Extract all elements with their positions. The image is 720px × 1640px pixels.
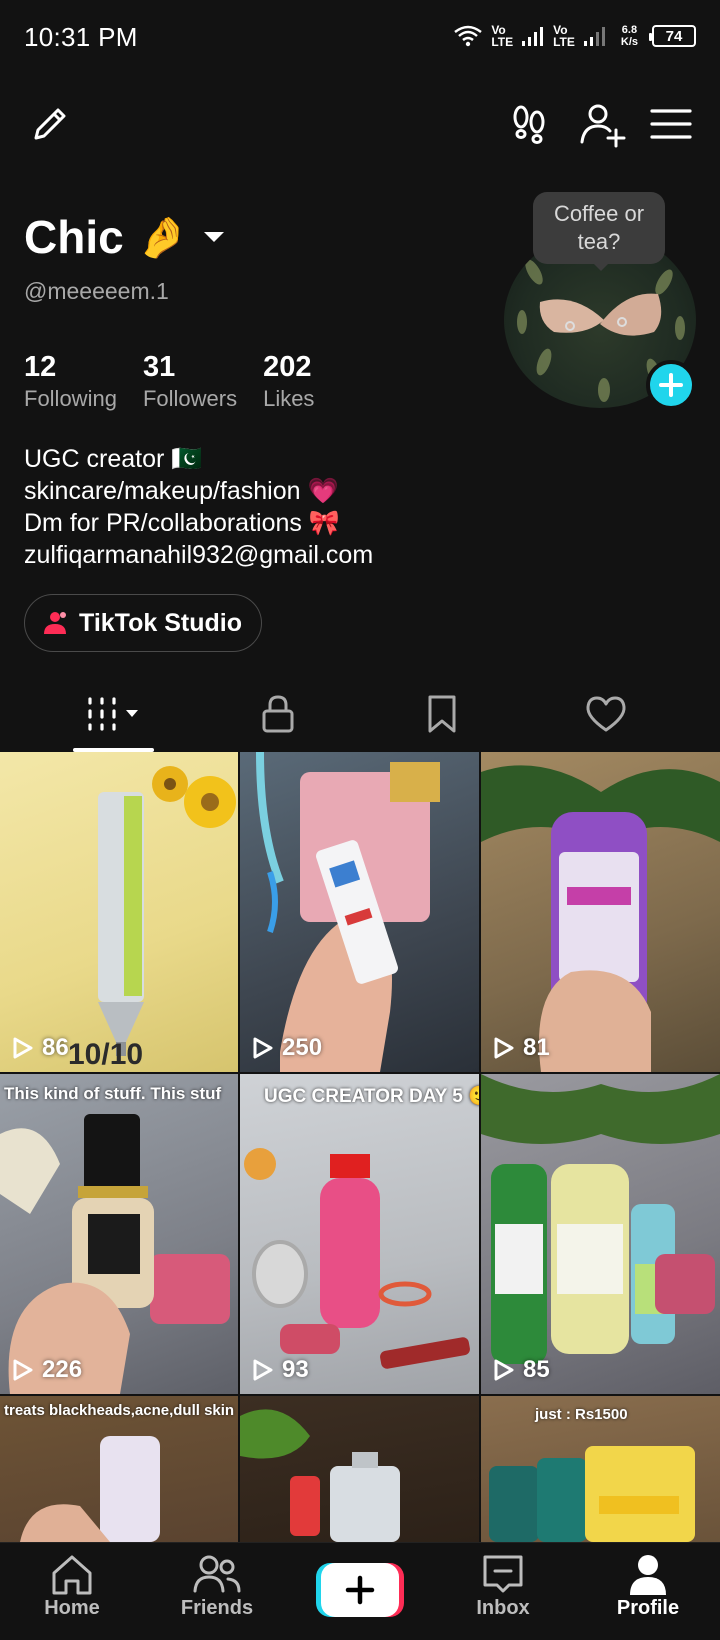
- play-icon: [13, 1359, 33, 1381]
- status-icons: Vo LTE Vo LTE 6.8 K/s 74: [453, 20, 696, 52]
- play-icon: [253, 1359, 273, 1381]
- net-speed: 6.8 K/s: [620, 24, 638, 48]
- video-thumbnail[interactable]: 10/10 86: [0, 752, 238, 1072]
- studio-icon: [44, 612, 66, 634]
- nav-home[interactable]: Home: [12, 1543, 132, 1640]
- video-caption: UGC CREATOR DAY 5 🙂✨: [264, 1086, 479, 1107]
- top-bar: [0, 90, 720, 160]
- sim1-volte: Vo LTE: [491, 23, 514, 49]
- product-image: [244, 1148, 470, 1369]
- profile-name: Chic: [24, 211, 124, 263]
- add-user-icon[interactable]: [576, 98, 628, 150]
- video-thumbnail[interactable]: just : Rs1500: [481, 1396, 720, 1542]
- status-bar: 10:31 PM Vo LTE Vo LTE 6.8 K/s 74: [0, 0, 720, 76]
- product-image: [256, 752, 440, 1072]
- home-icon: [52, 1555, 92, 1595]
- create-plus-icon: [316, 1563, 404, 1617]
- footprints-icon[interactable]: [504, 98, 554, 150]
- stat-following[interactable]: 12 Following: [24, 350, 117, 414]
- profile-tabs: [0, 678, 720, 750]
- pencil-icon[interactable]: [24, 98, 76, 150]
- video-thumbnail[interactable]: 81: [481, 752, 720, 1072]
- hamburger-icon[interactable]: [646, 98, 696, 150]
- play-icon: [494, 1359, 514, 1381]
- product-image: [481, 1074, 720, 1364]
- signal-weak-icon: [583, 27, 605, 46]
- product-image: [98, 766, 236, 1056]
- play-icon: [494, 1037, 514, 1059]
- add-story-button[interactable]: [646, 360, 696, 410]
- bio-email[interactable]: zulfiqarmanahil932@gmail.com: [24, 539, 373, 571]
- nav-friends[interactable]: Friends: [157, 1543, 277, 1640]
- video-grid: 10/10 86 250 81 This kind of stuff. This…: [0, 752, 720, 1542]
- play-icon: [253, 1037, 273, 1059]
- tab-videos[interactable]: [73, 678, 154, 750]
- bio-line: Dm for PR/collaborations 🎀: [24, 509, 340, 537]
- video-caption: 10/10: [68, 1038, 144, 1071]
- plus-icon: [659, 373, 683, 397]
- view-count: 226: [12, 1356, 82, 1384]
- sim2-volte: Vo LTE: [553, 23, 575, 49]
- stat-followers[interactable]: 31 Followers: [143, 350, 237, 414]
- view-count: 250: [252, 1034, 322, 1062]
- video-caption: treats blackheads,acne,dull skin: [4, 1402, 235, 1419]
- tab-saved[interactable]: [402, 678, 482, 750]
- video-thumbnail[interactable]: This kind of stuff. This stuf 226: [0, 1074, 238, 1394]
- profile-handle: @meeeeem.1: [24, 278, 169, 304]
- tiktok-studio-button[interactable]: TikTok Studio: [24, 594, 262, 652]
- studio-label: TikTok Studio: [79, 608, 242, 637]
- video-thumbnail[interactable]: UGC CREATOR DAY 5 🙂✨ 93: [240, 1074, 479, 1394]
- view-count: 81: [493, 1034, 550, 1062]
- video-caption: This kind of stuff. This stuf: [4, 1084, 222, 1103]
- profile-icon: [630, 1555, 666, 1595]
- grid-icon: [87, 697, 138, 731]
- chevron-down-icon: [203, 232, 224, 242]
- create-button[interactable]: [316, 1561, 404, 1619]
- profile-stats: 12 Following 31 Followers 202 Likes: [24, 350, 314, 414]
- product-image: [240, 1409, 400, 1542]
- product-image: [481, 765, 720, 1072]
- profile-name-switcher[interactable]: Chic 🤌: [24, 210, 226, 264]
- battery-icon: 74: [649, 25, 696, 47]
- bio-line: UGC creator 🇵🇰: [24, 445, 203, 473]
- view-count: 86: [12, 1034, 69, 1062]
- bio-line: skincare/makeup/fashion 💗: [24, 477, 339, 505]
- play-icon: [13, 1037, 33, 1059]
- video-thumbnail[interactable]: 85: [481, 1074, 720, 1394]
- stat-likes[interactable]: 202 Likes: [263, 350, 314, 414]
- video-thumbnail[interactable]: treats blackheads,acne,dull skin: [0, 1396, 238, 1542]
- view-count: 93: [252, 1356, 309, 1384]
- name-emoji: 🤌: [137, 215, 188, 260]
- video-thumbnail[interactable]: [240, 1396, 479, 1542]
- signal-icon: [522, 27, 544, 46]
- tab-private[interactable]: [238, 678, 318, 750]
- profile-bio: UGC creator 🇵🇰 skincare/makeup/fashion 💗…: [24, 443, 373, 571]
- wifi-icon: [454, 25, 483, 47]
- lock-icon: [262, 695, 294, 733]
- status-time: 10:31 PM: [24, 22, 138, 52]
- inbox-icon: [483, 1555, 523, 1593]
- nav-inbox[interactable]: Inbox: [443, 1543, 563, 1640]
- video-caption: just : Rs1500: [535, 1406, 628, 1423]
- product-image: [0, 1114, 230, 1394]
- tab-liked[interactable]: [566, 678, 646, 750]
- heart-icon: [586, 696, 626, 732]
- friends-icon: [193, 1555, 241, 1593]
- video-thumbnail[interactable]: 250: [240, 752, 479, 1072]
- nav-profile[interactable]: Profile: [588, 1543, 708, 1640]
- bookmark-icon: [428, 695, 456, 733]
- view-count: 85: [493, 1356, 550, 1384]
- avatar-tooltip[interactable]: Coffee or tea?: [533, 192, 665, 271]
